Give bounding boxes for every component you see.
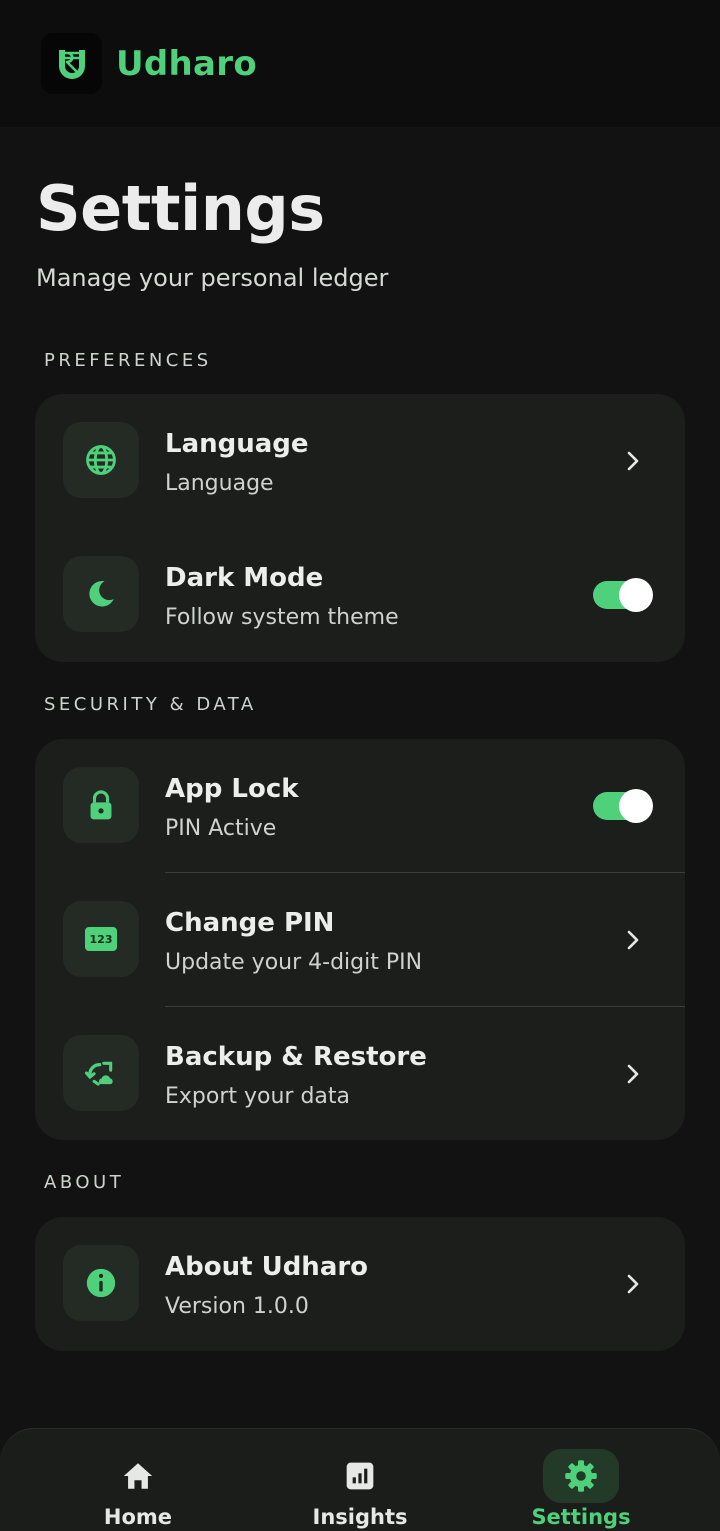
dark-mode-toggle[interactable] xyxy=(593,578,653,612)
row-title: Change PIN xyxy=(165,908,335,938)
row-title: Language xyxy=(165,429,309,459)
settings-row-dark-mode: Dark Mode Follow system theme xyxy=(35,528,685,662)
moon-icon xyxy=(63,556,139,632)
section-label-about: ABOUT xyxy=(44,1172,125,1193)
preferences-card: Language Language Dark Mode Follow syste… xyxy=(35,394,685,662)
section-label-preferences: PREFERENCES xyxy=(44,350,212,371)
row-title: Backup & Restore xyxy=(165,1042,427,1072)
row-title: Dark Mode xyxy=(165,563,324,593)
row-title: App Lock xyxy=(165,774,299,804)
info-icon xyxy=(63,1245,139,1321)
app-bar: Udharo xyxy=(0,0,720,127)
nav-label: Insights xyxy=(312,1505,408,1529)
app-title: Udharo xyxy=(116,43,258,84)
row-subtitle: Export your data xyxy=(165,1084,351,1109)
chevron-right-icon xyxy=(619,926,647,954)
backup-restore-icon xyxy=(63,1035,139,1111)
toggle-knob xyxy=(619,789,653,823)
globe-icon xyxy=(63,422,139,498)
row-subtitle: Update your 4-digit PIN xyxy=(165,950,423,975)
row-title: About Udharo xyxy=(165,1252,369,1282)
row-subtitle: Follow system theme xyxy=(165,605,399,630)
home-icon xyxy=(100,1449,176,1503)
gear-icon xyxy=(543,1449,619,1503)
row-subtitle: Language xyxy=(165,471,274,496)
settings-row-about[interactable]: About Udharo Version 1.0.0 xyxy=(35,1217,685,1351)
row-subtitle: PIN Active xyxy=(165,816,277,841)
toggle-knob xyxy=(619,578,653,612)
nav-item-home[interactable]: Home xyxy=(58,1429,218,1531)
lock-icon xyxy=(63,767,139,843)
app-lock-toggle[interactable] xyxy=(593,789,653,823)
pin-123-icon: 123 xyxy=(63,901,139,977)
nav-label: Settings xyxy=(531,1505,631,1529)
settings-row-change-pin[interactable]: 123 Change PIN Update your 4-digit PIN xyxy=(35,873,685,1007)
section-label-security: SECURITY & DATA xyxy=(44,694,257,715)
chevron-right-icon xyxy=(619,447,647,475)
page-subtitle: Manage your personal ledger xyxy=(36,264,389,292)
page-title: Settings xyxy=(36,172,325,245)
bottom-nav: Home Insights Settings xyxy=(0,1428,720,1531)
nav-item-settings[interactable]: Settings xyxy=(501,1429,661,1531)
settings-row-app-lock: App Lock PIN Active xyxy=(35,739,685,873)
chevron-right-icon xyxy=(619,1270,647,1298)
nav-label: Home xyxy=(103,1505,173,1529)
settings-row-language[interactable]: Language Language xyxy=(35,394,685,528)
nav-item-insights[interactable]: Insights xyxy=(280,1429,440,1531)
chevron-right-icon xyxy=(619,1060,647,1088)
about-card: About Udharo Version 1.0.0 xyxy=(35,1217,685,1351)
security-card: App Lock PIN Active 123 Change PIN Updat… xyxy=(35,739,685,1140)
pin-123-text: 123 xyxy=(85,927,117,951)
settings-row-backup-restore[interactable]: Backup & Restore Export your data xyxy=(35,1007,685,1141)
row-subtitle: Version 1.0.0 xyxy=(165,1294,309,1319)
rupee-logo-icon xyxy=(41,33,102,94)
insights-icon xyxy=(322,1449,398,1503)
